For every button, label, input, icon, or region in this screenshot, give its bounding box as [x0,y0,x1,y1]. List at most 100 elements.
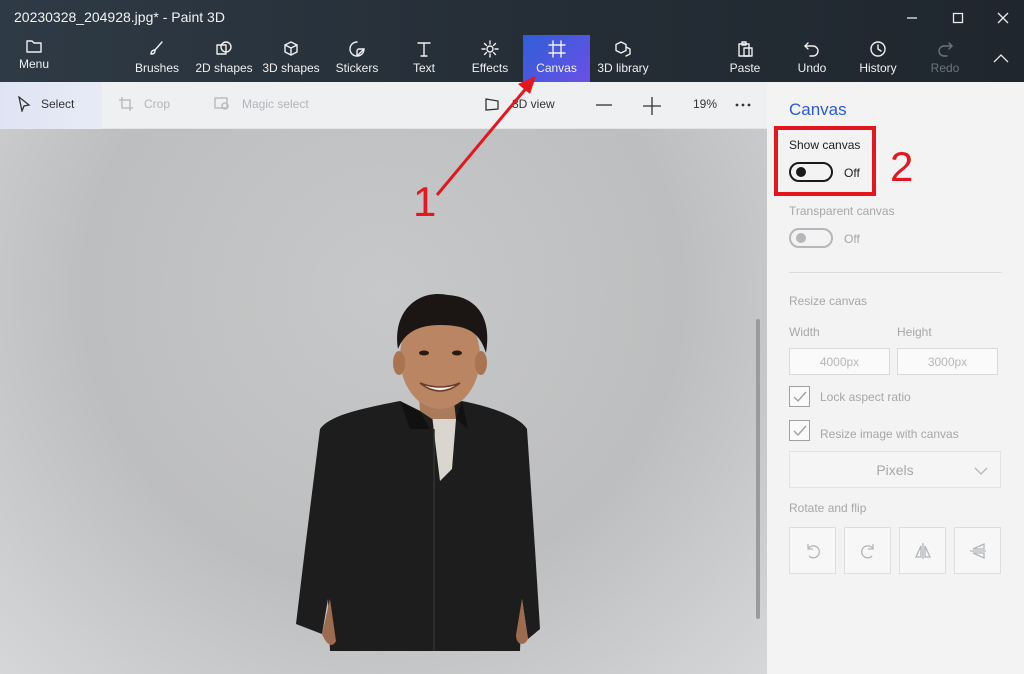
paste-label: Paste [729,61,761,75]
flip-horizontal-icon [969,542,986,559]
magic-select-label: Magic select [242,97,309,111]
menu-label: Menu [18,57,50,71]
rotate-right-icon [860,543,874,558]
tool-3d-shapes[interactable]: 3D shapes [262,40,320,84]
panel-title: Canvas [789,100,847,119]
redo-label: Redo [930,61,960,75]
width-field[interactable]: 4000px [789,348,890,375]
tool-brushes-label: Brushes [134,61,180,75]
more-icon [735,103,751,107]
history-label: History [859,61,897,75]
eye-right [452,350,462,356]
flip-horizontal-button[interactable] [954,527,1001,574]
brush-icon [150,41,163,55]
lock-aspect-checkbox[interactable] [789,386,810,407]
magic-select-button[interactable]: Magic select [214,96,309,112]
canvas-area[interactable] [0,129,767,674]
tool-3d-library[interactable]: 3D library [595,40,651,84]
chevron-down-icon [974,467,988,475]
height-field[interactable]: 3000px [897,348,998,375]
transparent-canvas-state: Off [844,232,860,246]
undo-icon [804,42,819,57]
undo-label: Undo [797,61,827,75]
annotation-highlight-box [774,126,876,196]
paste-icon [738,41,753,57]
ear-left [393,351,405,375]
tool-effects[interactable]: Effects [468,40,512,84]
canvas-icon [547,40,566,58]
minus-icon [596,104,612,106]
select-button[interactable]: Select [17,96,74,112]
crop-button[interactable]: Crop [118,96,170,112]
tool-stickers[interactable]: Stickers [334,40,380,84]
transparent-canvas-toggle[interactable] [789,228,833,248]
jacket [296,401,540,651]
tool-text-label: Text [412,61,435,75]
rotate-left-button[interactable] [789,527,836,574]
menu-button[interactable]: Menu [10,38,58,82]
3d-view-icon [485,98,499,111]
tool-3d-library-label: 3D library [597,61,649,75]
close-icon [997,12,1009,24]
rotate-right-button[interactable] [844,527,891,574]
history-icon [870,41,886,57]
title-ribbon-bar: 20230328_204928.jpg* - Paint 3D Menu Bru… [0,0,1024,82]
minimize-button[interactable] [889,6,935,30]
flip-vertical-button[interactable] [899,527,946,574]
undo-button[interactable]: Undo [794,40,830,84]
zoom-level[interactable]: 19% [693,97,717,111]
select-label: Select [41,97,75,111]
maximize-icon [952,12,964,24]
flip-vertical-icon [914,542,931,559]
minimize-icon [907,17,917,19]
maximize-button[interactable] [935,6,981,30]
annotation-step-2: 2 [890,143,914,190]
folder-icon [26,40,42,53]
history-button[interactable]: History [856,40,900,84]
tool-canvas[interactable]: Canvas [523,35,590,82]
resize-image-label: Resize image with canvas [820,427,959,441]
tool-text[interactable]: Text [405,40,443,84]
divider [789,272,1002,273]
cursor-icon [18,96,31,112]
rotate-flip-heading: Rotate and flip [789,501,867,515]
eye-left [419,350,429,356]
3d-view-button[interactable]: 3D view [484,96,555,112]
crop-icon [119,97,133,111]
paste-button[interactable]: Paste [727,40,763,84]
redo-button[interactable]: Redo [928,40,962,84]
3d-view-label: 3D view [512,97,555,111]
checkmark-icon [793,391,807,403]
rotate-left-icon [806,543,820,558]
tool-brushes[interactable]: Brushes [132,40,182,84]
close-button[interactable] [980,6,1024,30]
resize-canvas-heading: Resize canvas [789,294,868,308]
lock-aspect-label: Lock aspect ratio [820,390,911,404]
units-dropdown[interactable]: Pixels [789,451,1001,488]
width-label: Width [789,325,820,339]
height-label: Height [897,325,932,339]
resize-image-checkbox[interactable] [789,420,810,441]
collapse-ribbon-button[interactable] [978,46,1024,70]
person-photo[interactable] [0,129,767,674]
crop-label: Crop [144,97,171,111]
magic-select-icon [214,97,229,110]
plus-icon [643,97,661,115]
sticker-icon [349,41,365,57]
sun-icon [481,40,499,58]
checkmark-icon [793,425,807,437]
chevron-up-icon [993,54,1009,63]
vertical-scrollbar[interactable] [756,319,760,619]
toggle-knob [796,233,806,243]
window-title: 20230328_204928.jpg* - Paint 3D [14,9,225,25]
zoom-in-button[interactable] [643,97,671,115]
tool-2d-shapes-label: 2D shapes [195,61,253,75]
tool-2d-shapes[interactable]: 2D shapes [195,40,253,84]
ear-right [475,351,487,375]
more-options-button[interactable] [735,103,751,107]
units-value: Pixels [876,461,914,478]
tool-effects-label: Effects [471,61,509,75]
zoom-out-button[interactable] [596,104,622,106]
tool-stickers-label: Stickers [335,61,379,75]
tool-canvas-label: Canvas [536,61,577,75]
